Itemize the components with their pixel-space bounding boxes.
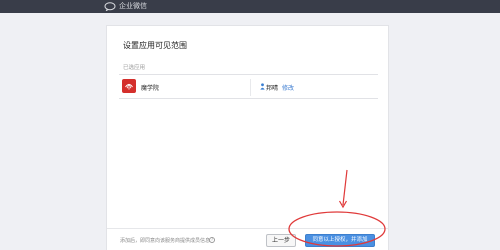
red-annotation [288,169,386,247]
